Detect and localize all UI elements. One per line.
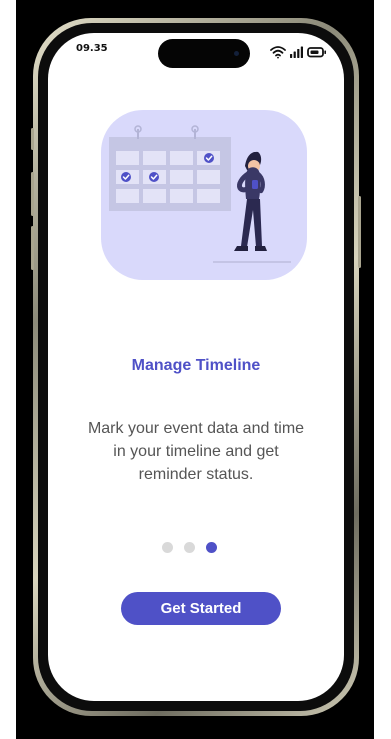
power-button	[358, 196, 361, 268]
volume-up-button	[31, 172, 34, 216]
onboarding-title: Manage Timeline	[131, 357, 261, 374]
signal-icon	[290, 46, 303, 58]
onboarding-description: Mark your event data and time in your ti…	[87, 420, 305, 483]
status-icons	[270, 46, 326, 59]
camera-lens	[234, 51, 239, 56]
phone-screen: 09.35 Manage Timeline Mark your event da…	[48, 33, 344, 701]
calendar-person-illustration	[101, 110, 307, 280]
check-icon	[121, 172, 131, 182]
calendar-icon	[109, 125, 231, 211]
battery-icon	[307, 47, 326, 58]
calendar-person-graphic	[109, 125, 291, 263]
check-icon	[204, 153, 214, 163]
page-dot-2[interactable]	[184, 542, 195, 553]
status-bar: 09.35	[48, 33, 344, 77]
wifi-icon	[270, 46, 286, 59]
page-dot-1[interactable]	[162, 542, 173, 553]
get-started-button[interactable]: Get Started	[121, 592, 281, 625]
volume-down-button	[31, 226, 34, 270]
dynamic-island	[158, 39, 250, 68]
status-time: 09.35	[76, 43, 108, 54]
action-button	[31, 128, 34, 150]
page-dot-3-active[interactable]	[206, 542, 217, 553]
page-indicator	[162, 542, 217, 554]
check-icon	[149, 172, 159, 182]
